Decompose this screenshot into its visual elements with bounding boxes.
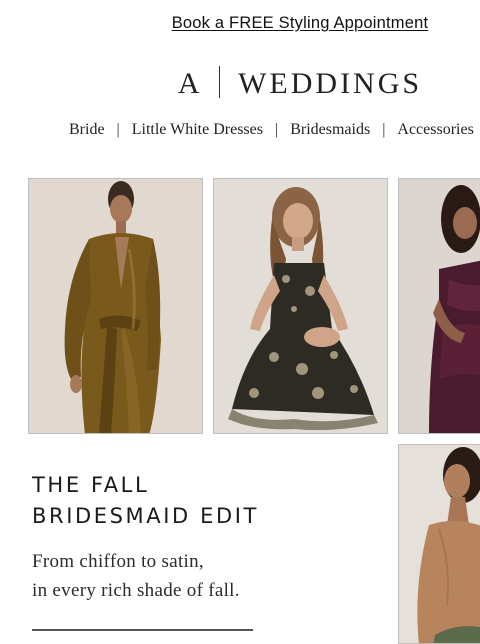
category-nav: Bride | Little White Dresses | Bridesmaids | A… <box>69 121 474 139</box>
product-image-floral-dress[interactable] <box>213 178 388 434</box>
nav-item-accessories[interactable]: Accessories <box>397 121 473 138</box>
satin-dress-illustration <box>29 179 202 433</box>
nav-item-bridesmaids[interactable]: Bridesmaids <box>290 121 370 138</box>
styling-appointment-link[interactable]: Book a FREE Styling Appointment <box>0 14 480 33</box>
logo-mark: A <box>177 67 203 100</box>
product-image-velvet-dress[interactable] <box>398 178 480 434</box>
nav-item-little-white-dresses[interactable]: Little White Dresses <box>132 121 263 138</box>
hero-headline-line-2: BRIDESMAID EDIT <box>32 504 259 528</box>
divider-rule <box>32 629 253 631</box>
product-image-halter-dress[interactable] <box>398 444 480 644</box>
hero-headline-line-1: THE FALL <box>32 473 150 497</box>
hero-subcopy-line-2: in every rich shade of fall. <box>32 580 240 601</box>
nav-item-bride[interactable]: Bride <box>69 121 105 138</box>
hero-subcopy-line-1: From chiffon to satin, <box>32 551 204 572</box>
nav-separator: | <box>274 121 279 138</box>
product-image-satin-wrap-dress[interactable] <box>28 178 203 434</box>
logo-divider <box>218 66 221 98</box>
hero-headline: THE FALL BRIDESMAID EDIT <box>32 470 259 532</box>
floral-dress-illustration <box>214 179 387 433</box>
brand-logo[interactable]: A WEDDINGS <box>0 66 480 101</box>
velvet-dress-illustration <box>399 179 480 433</box>
halter-dress-illustration <box>399 445 480 643</box>
logo-wordmark: WEDDINGS <box>238 67 423 100</box>
hero-subcopy: From chiffon to satin, in every rich sha… <box>32 547 240 605</box>
nav-separator: | <box>382 121 386 138</box>
nav-separator: | <box>116 121 120 138</box>
